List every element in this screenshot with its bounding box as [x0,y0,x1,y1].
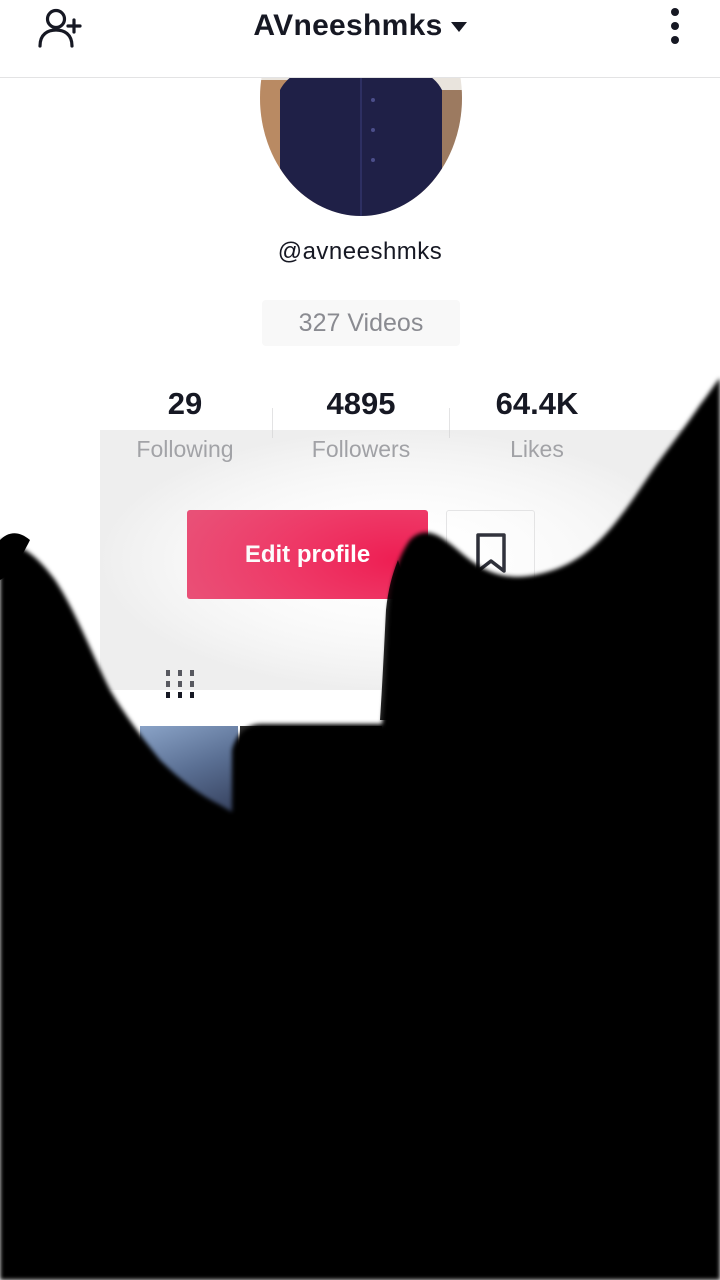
stat-likes[interactable]: 64.4K Likes [457,386,617,463]
followers-label: Followers [311,436,411,462]
stat-divider [272,408,273,438]
videos-count[interactable]: 327 Videos [262,300,460,346]
bookmark-button[interactable] [446,510,535,601]
videos-tab[interactable] [160,664,200,704]
bookmark-icon [474,532,508,579]
video-thumbnail[interactable] [240,726,382,826]
likes-label: Likes [510,436,564,462]
likes-count: 64.4K [495,386,579,421]
following-count: 29 [167,386,203,421]
caret-down-icon [450,22,467,33]
stat-divider [449,408,450,438]
add-user-icon[interactable] [36,6,84,50]
more-vertical-icon[interactable] [664,6,686,46]
following-label: Following [136,436,234,462]
grid-icon [160,670,200,708]
account-switcher[interactable]: AVneeshmks [253,9,467,43]
video-thumbnail[interactable] [140,726,238,826]
profile-handle: @avneeshmks [277,238,443,265]
followers-count: 4895 [326,386,396,421]
edit-profile-button[interactable]: Edit profile [187,510,428,599]
top-bar: AVneeshmks [0,0,720,78]
stat-followers[interactable]: 4895 Followers [281,386,441,463]
account-name: AVneeshmks [253,9,443,42]
stat-following[interactable]: 29 Following [105,386,265,463]
